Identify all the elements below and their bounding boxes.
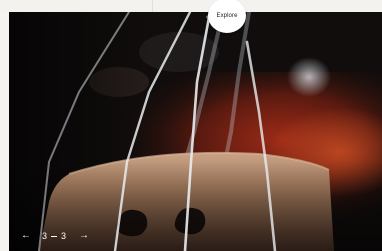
slide-pager: ← 3 3 → <box>21 231 89 242</box>
top-strip <box>0 0 382 12</box>
chevron-left-icon: ‹ <box>206 14 209 21</box>
arrow-right-icon[interactable]: → <box>79 231 89 241</box>
pager-current: 3 <box>42 231 48 241</box>
explore-label: Explore <box>216 12 238 19</box>
top-divider <box>152 0 153 12</box>
hero-image <box>9 12 382 251</box>
violin-photo <box>9 12 382 251</box>
page: ‹ Explore › ← 3 3 → <box>0 0 382 251</box>
chevron-right-icon: › <box>242 14 245 21</box>
pager-total: 3 <box>61 231 67 241</box>
pager-divider <box>51 235 58 237</box>
arrow-left-icon[interactable]: ← <box>21 231 31 241</box>
